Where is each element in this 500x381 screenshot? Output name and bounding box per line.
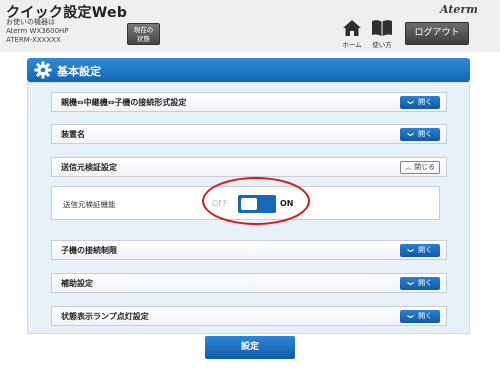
aterm-logo: Aterm bbox=[440, 3, 478, 16]
source-verification-toggle[interactable] bbox=[238, 195, 276, 213]
chevron-up-icon: ︿ bbox=[404, 163, 412, 171]
section-title: 送信元検証設定 bbox=[61, 163, 117, 172]
expand-button[interactable]: ❯ 開く bbox=[400, 310, 440, 323]
section-client-restriction[interactable]: 子機の接続制限 ❯ 開く bbox=[51, 240, 447, 260]
expand-button[interactable]: ❯ 開く bbox=[400, 128, 440, 141]
section-auxiliary[interactable]: 補助設定 ❯ 開く bbox=[51, 273, 447, 293]
section-title: 子機の接続制限 bbox=[61, 246, 117, 255]
source-verification-label: 送信元検証機能 bbox=[63, 200, 116, 209]
manual-label: 使い方 bbox=[372, 41, 392, 49]
header-bar: クイック設定Web お使いの機器は Aterm WX3600HP ATERM-X… bbox=[0, 0, 500, 52]
home-icon bbox=[343, 20, 361, 36]
gear-icon bbox=[34, 61, 52, 79]
section-title: 装置名 bbox=[61, 130, 85, 139]
expand-button[interactable]: ❯ 開く bbox=[400, 96, 440, 109]
toggle-on-label: ON bbox=[280, 199, 294, 208]
section-device-name[interactable]: 装置名 ❯ 開く bbox=[51, 124, 447, 144]
section-connection-format[interactable]: 親機⇔中継機⇔子機の接続形式設定 ❯ 開く bbox=[51, 92, 447, 112]
expand-label: 開く bbox=[418, 279, 433, 287]
section-header-basic-settings: 基本設定 bbox=[27, 58, 470, 82]
section-title: 補助設定 bbox=[61, 279, 93, 288]
manual-link[interactable]: 使い方 bbox=[367, 19, 397, 49]
chevron-down-icon: ❯ bbox=[406, 280, 414, 287]
toggle-knob bbox=[241, 198, 257, 210]
toggle-off-label: OFF bbox=[212, 199, 228, 208]
page-title: 基本設定 bbox=[57, 65, 101, 78]
section-lamp[interactable]: 状態表示ランプ点灯設定 ❯ 開く bbox=[51, 306, 447, 326]
source-verification-row: 送信元検証機能 OFF ON bbox=[51, 186, 440, 220]
logout-button[interactable]: ログアウト bbox=[405, 22, 469, 45]
status-button-line1: 現在の bbox=[133, 26, 154, 34]
home-link[interactable]: ホーム bbox=[337, 19, 367, 49]
status-button-line2: 状態 bbox=[137, 35, 150, 43]
home-label: ホーム bbox=[342, 41, 362, 49]
device-id: ATERM-XXXXXX bbox=[6, 36, 61, 44]
apply-button[interactable]: 設定 bbox=[205, 336, 295, 359]
chevron-down-icon: ❯ bbox=[406, 247, 414, 254]
expand-label: 開く bbox=[418, 312, 433, 320]
current-status-button[interactable]: 現在の 状態 bbox=[127, 23, 160, 45]
collapse-label: 閉じる bbox=[414, 163, 436, 171]
device-caption: お使いの機器は bbox=[6, 18, 55, 26]
section-title: 親機⇔中継機⇔子機の接続形式設定 bbox=[61, 98, 187, 107]
book-icon bbox=[372, 20, 392, 36]
expand-button[interactable]: ❯ 開く bbox=[400, 244, 440, 257]
collapse-button[interactable]: ︿ 閉じる bbox=[400, 161, 440, 174]
chevron-down-icon: ❯ bbox=[406, 313, 414, 320]
expand-label: 開く bbox=[418, 98, 433, 106]
chevron-down-icon: ❯ bbox=[406, 99, 414, 106]
section-title: 状態表示ランプ点灯設定 bbox=[61, 312, 149, 321]
chevron-down-icon: ❯ bbox=[406, 131, 414, 138]
expand-label: 開く bbox=[418, 130, 433, 138]
expand-label: 開く bbox=[418, 246, 433, 254]
section-source-verification[interactable]: 送信元検証設定 ︿ 閉じる bbox=[51, 157, 447, 177]
expand-button[interactable]: ❯ 開く bbox=[400, 277, 440, 290]
device-model: Aterm WX3600HP bbox=[6, 27, 69, 35]
